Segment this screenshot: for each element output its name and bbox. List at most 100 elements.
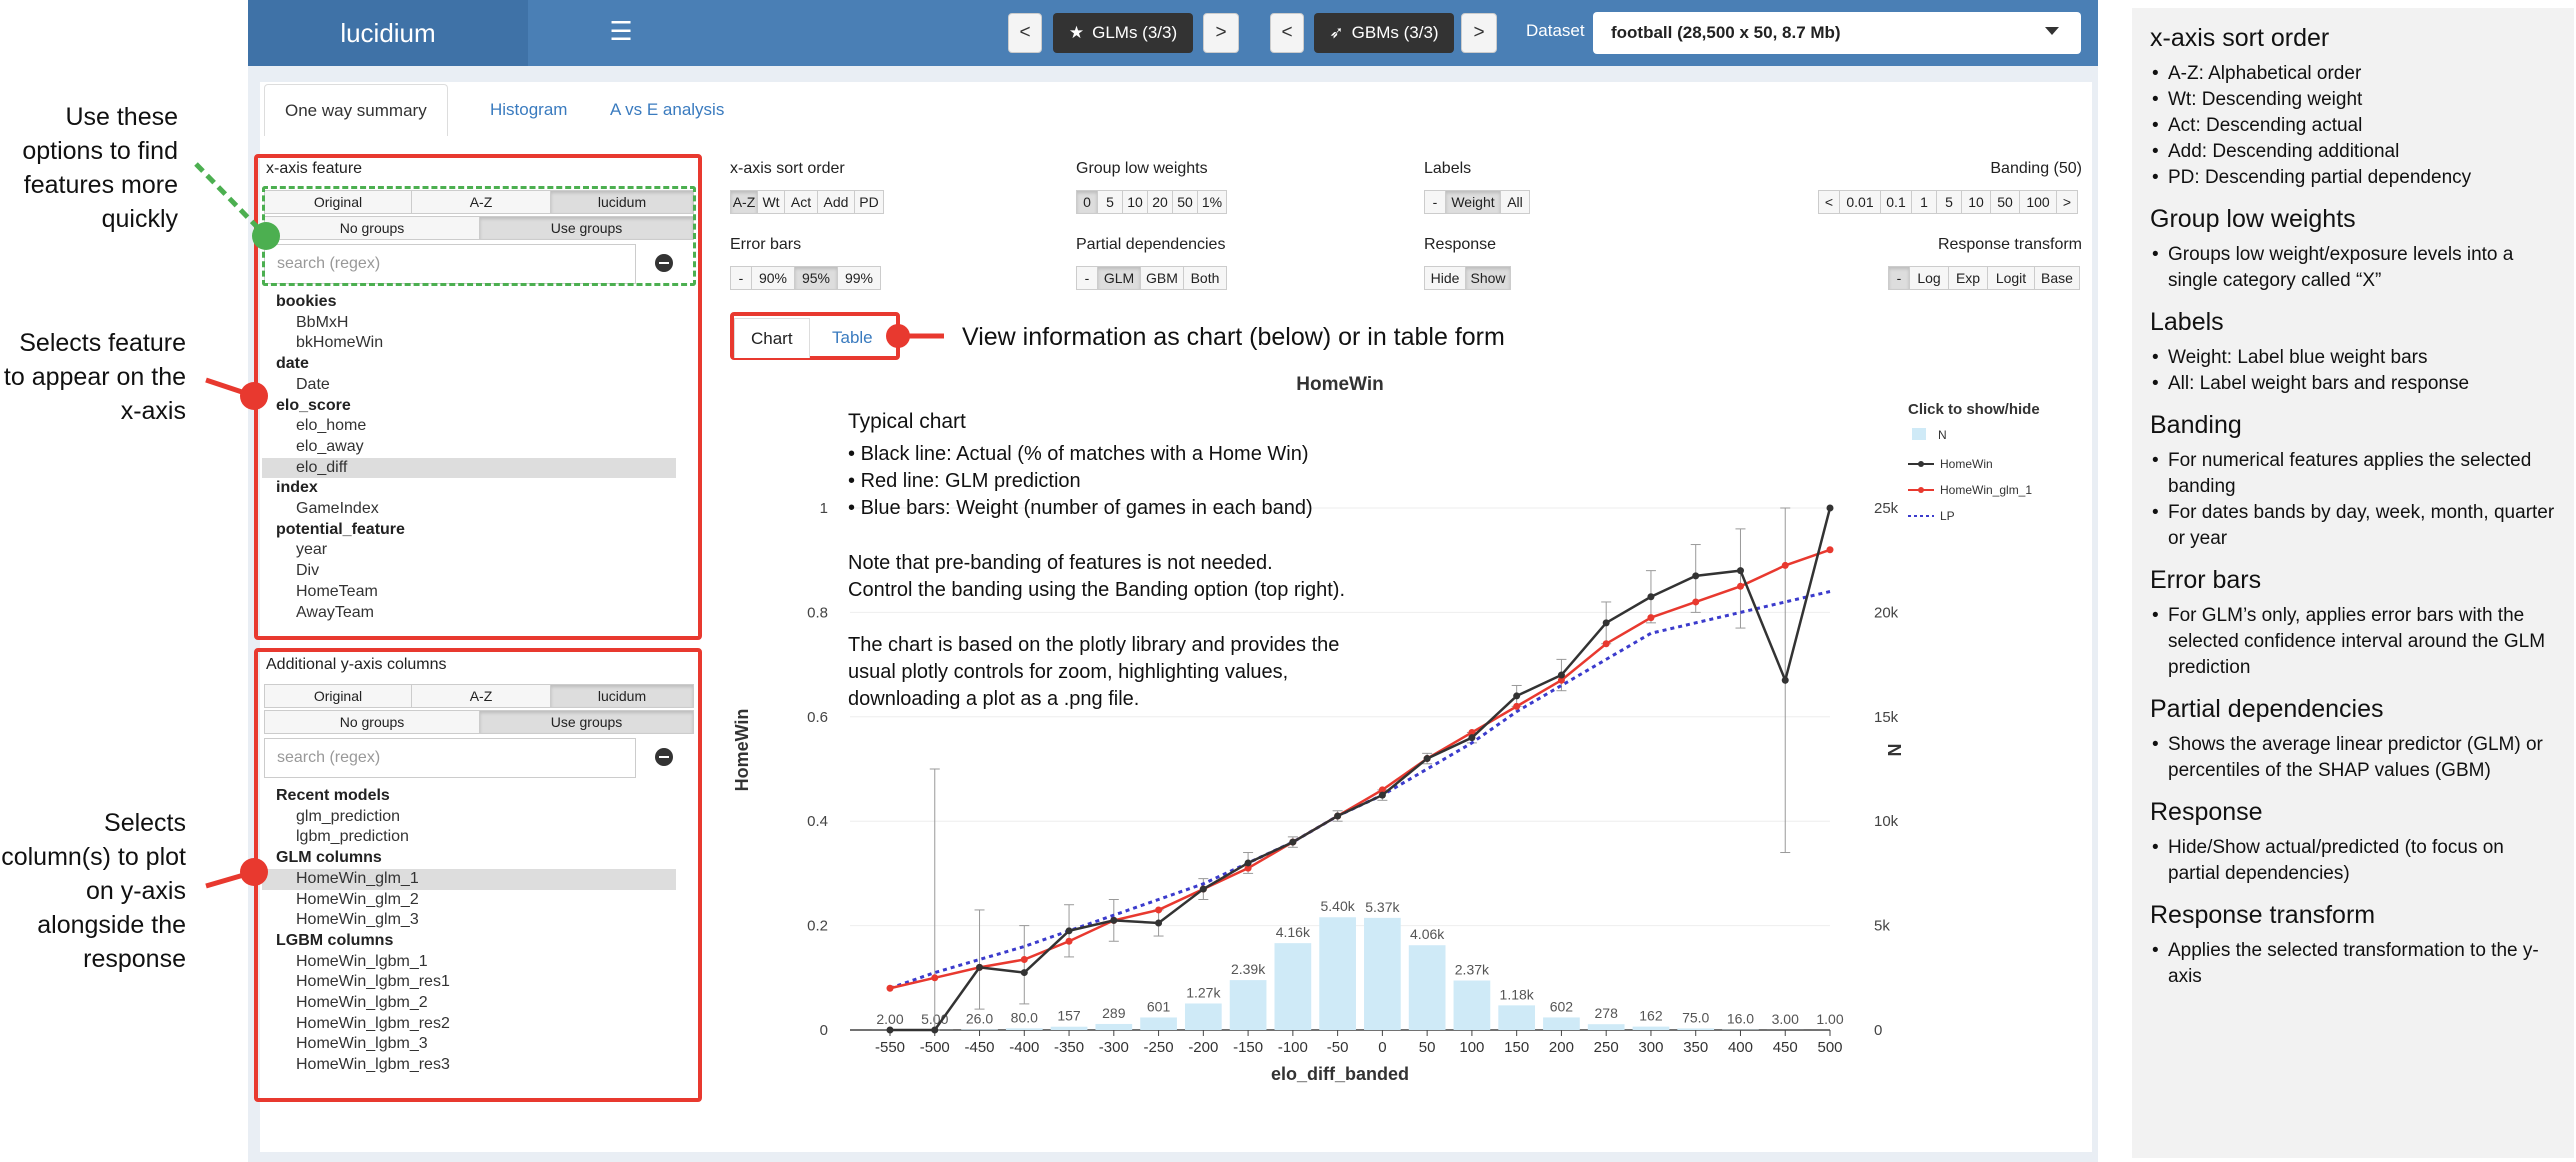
y2-tick-label: 10k: [1874, 813, 1899, 830]
bar-data-label: 602: [1550, 998, 1574, 1014]
series-point: [1244, 859, 1252, 867]
transform-option-button[interactable]: Base: [2034, 266, 2080, 290]
weight-bar: [1364, 917, 1401, 1030]
view-dot: [886, 324, 910, 348]
x-tick-label: 400: [1728, 1039, 1753, 1056]
legend-swatch-n: [1912, 428, 1926, 440]
notes-line: Control the banding using the Banding op…: [848, 579, 1346, 601]
x-tick-label: 0: [1378, 1039, 1386, 1056]
sort-option-button[interactable]: Wt: [757, 190, 785, 214]
response-option-button[interactable]: Hide: [1424, 266, 1466, 290]
help-item: Hide/Show actual/predicted (to focus on …: [2150, 835, 2556, 887]
x-tick-label: -300: [1099, 1039, 1129, 1056]
weight-bar: [1184, 1003, 1222, 1030]
y2-tick-label: 20k: [1874, 604, 1899, 621]
bar-data-label: 26.0: [966, 1010, 993, 1026]
sort-option-button[interactable]: Act: [784, 190, 818, 214]
help-panel: x-axis sort order A-Z: Alphabetical order…: [2132, 8, 2574, 1158]
group-low-option-button[interactable]: 10: [1122, 190, 1148, 214]
x-tick-label: -200: [1188, 1039, 1218, 1056]
banding-option-button[interactable]: 1: [1911, 190, 1937, 214]
help-section-title: Group low weights: [2150, 205, 2356, 233]
error-bars-option-button[interactable]: 99%: [837, 266, 881, 290]
series-point: [1289, 838, 1297, 846]
group-low-option-button[interactable]: 20: [1147, 190, 1173, 214]
partial-dep-option-button[interactable]: -: [1076, 266, 1098, 290]
y-tick-label: 0.4: [807, 813, 828, 830]
banding-option-button[interactable]: 5: [1936, 190, 1962, 214]
bar-data-label: 162: [1639, 1008, 1663, 1024]
banding-option-button[interactable]: >: [2056, 190, 2078, 214]
help-section-list: For numerical features applies the selec…: [2150, 448, 2556, 552]
response-label: Response: [1424, 236, 1497, 253]
banding-option-button[interactable]: 0.01: [1839, 190, 1881, 214]
banding-option-button[interactable]: 100: [2019, 190, 2057, 214]
tab-chart[interactable]: Chart: [734, 318, 810, 358]
x-tick-label: -450: [965, 1039, 995, 1056]
partial-dep-label: Partial dependencies: [1076, 236, 1226, 253]
transform-option-button[interactable]: -: [1888, 266, 1910, 290]
help-section-list: For GLM’s only, applies error bars with …: [2150, 603, 2556, 681]
transform-option-button[interactable]: Logit: [1987, 266, 2035, 290]
transform-option-button[interactable]: Exp: [1948, 266, 1988, 290]
annotation-view-info: View information as chart (below) or in …: [962, 323, 1505, 351]
series-point: [1110, 916, 1118, 924]
notes-line: downloading a plot as a .png file.: [848, 688, 1140, 710]
sort-option-button[interactable]: PD: [854, 190, 884, 214]
partial-dep-option-button[interactable]: GLM: [1097, 266, 1141, 290]
series-point: [1423, 755, 1431, 763]
help-item: A-Z: Alphabetical order: [2150, 61, 2556, 87]
series-point: [1781, 676, 1789, 684]
sort-option-button[interactable]: A-Z: [730, 190, 758, 214]
series-point: [1155, 919, 1163, 927]
help-section-list: Hide/Show actual/predicted (to focus on …: [2150, 835, 2556, 887]
y-tick-label: 0.2: [807, 918, 828, 935]
series-point: [1826, 546, 1834, 554]
weight-bar: [1095, 1023, 1133, 1030]
y-tick-label: 0.8: [807, 604, 828, 621]
error-bars-option-button[interactable]: -: [730, 266, 752, 290]
group-low-option-button[interactable]: 50: [1172, 190, 1198, 214]
series-point: [1378, 791, 1386, 799]
partial-dep-option-button[interactable]: Both: [1183, 266, 1227, 290]
group-low-option-button[interactable]: 5: [1097, 190, 1123, 214]
notes-bullet: • Red line: GLM prediction: [848, 470, 1081, 492]
response-option-button[interactable]: Show: [1465, 266, 1511, 290]
banding-option-button[interactable]: 50: [1990, 190, 2020, 214]
series-point: [1020, 956, 1028, 964]
legend-label: N: [1938, 428, 1947, 442]
transform-option-button[interactable]: Log: [1909, 266, 1949, 290]
weight-bar: [1543, 1017, 1580, 1030]
bar-data-label: 4.06k: [1410, 926, 1445, 942]
help-section-title: x-axis sort order: [2150, 24, 2330, 52]
partial-dep-option-button[interactable]: GBM: [1140, 266, 1184, 290]
banding-option-button[interactable]: 10: [1961, 190, 1991, 214]
labels-option-button[interactable]: Weight: [1445, 190, 1501, 214]
series-point: [1065, 937, 1073, 945]
labels-option-button[interactable]: -: [1424, 190, 1446, 214]
group-low-option-button[interactable]: 0: [1076, 190, 1098, 214]
weight-bar: [1319, 917, 1356, 1030]
weight-bar: [1005, 1028, 1043, 1030]
labels-option-button[interactable]: All: [1500, 190, 1530, 214]
series-point: [1692, 598, 1700, 606]
x-tick-label: 200: [1549, 1039, 1574, 1056]
x-tick-label: -550: [875, 1039, 905, 1056]
error-bars-option-button[interactable]: 90%: [751, 266, 795, 290]
error-bars-option-button[interactable]: 95%: [794, 266, 838, 290]
weight-bar: [1229, 980, 1267, 1030]
y2-tick-label: 15k: [1874, 709, 1899, 726]
series-point: [1065, 927, 1073, 935]
notes-bullet-text: Blue bars: Weight (number of games in ea…: [860, 497, 1313, 519]
weight-bar: [961, 1029, 998, 1030]
tab-table[interactable]: Table: [816, 318, 889, 358]
banding-option-button[interactable]: <: [1818, 190, 1840, 214]
series-point: [1155, 906, 1163, 914]
x-tick-label: 100: [1459, 1039, 1484, 1056]
help-item: Groups low weight/exposure levels into a…: [2150, 242, 2556, 294]
banding-option-button[interactable]: 0.1: [1880, 190, 1912, 214]
group-low-option-button[interactable]: 1%: [1197, 190, 1227, 214]
help-section-title: Labels: [2150, 308, 2224, 336]
x-tick-label: -400: [1009, 1039, 1039, 1056]
sort-option-button[interactable]: Add: [817, 190, 855, 214]
